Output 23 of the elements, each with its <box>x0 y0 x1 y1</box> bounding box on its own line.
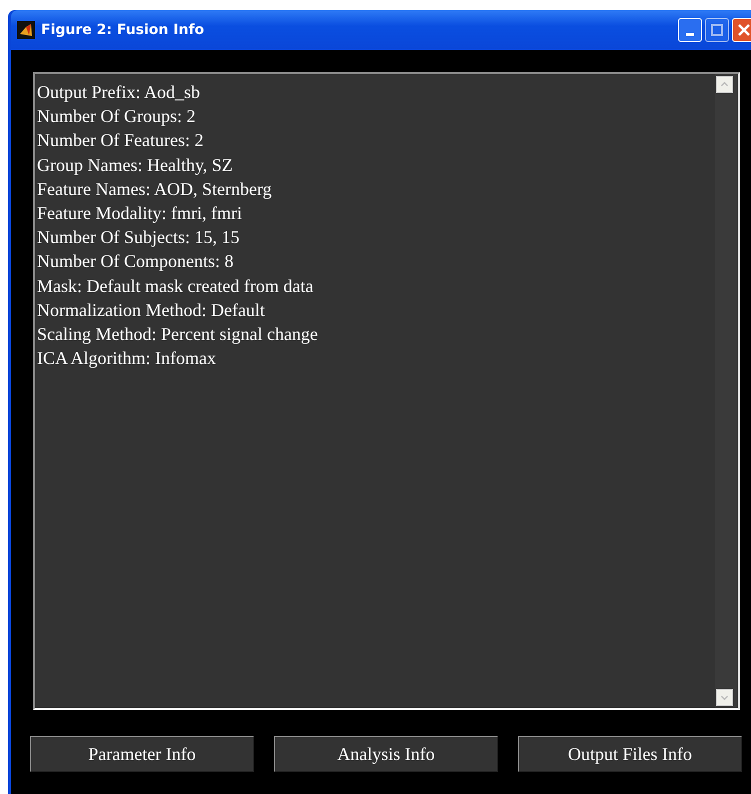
close-icon <box>738 24 750 36</box>
info-line: Mask: Default mask created from data <box>37 274 314 298</box>
info-line: Number Of Subjects: 15, 15 <box>37 226 240 250</box>
minimize-button[interactable] <box>678 18 702 42</box>
info-line: Feature Modality: fmri, fmri <box>37 202 243 226</box>
info-line: Feature Names: AOD, Sternberg <box>37 178 273 201</box>
info-line: Output Prefix: Aod_sb <box>37 81 202 104</box>
info-line: ICA Algorithm: Infomax <box>37 347 217 370</box>
info-button[interactable]: Parameter Info <box>30 736 254 772</box>
info-line: Normalization Method: Default <box>37 298 266 322</box>
app-icon <box>17 21 35 39</box>
maximize-button[interactable] <box>705 18 729 42</box>
close-button[interactable] <box>732 18 751 42</box>
info-line: Number Of Groups: 2 <box>37 105 196 128</box>
info-line: Group Names: Healthy, SZ <box>37 154 234 177</box>
maximize-icon <box>711 24 723 36</box>
info-button[interactable]: Output Files Info <box>518 736 742 772</box>
info-line: Scaling Method: Percent signal change <box>37 323 319 346</box>
info-button[interactable]: Analysis Info <box>274 736 498 772</box>
window-title: Figure 2: Fusion Info <box>41 22 204 38</box>
info-line: Number Of Features: 2 <box>37 129 204 152</box>
minimize-icon <box>686 33 694 36</box>
info-line: Number Of Components: 8 <box>37 250 234 274</box>
